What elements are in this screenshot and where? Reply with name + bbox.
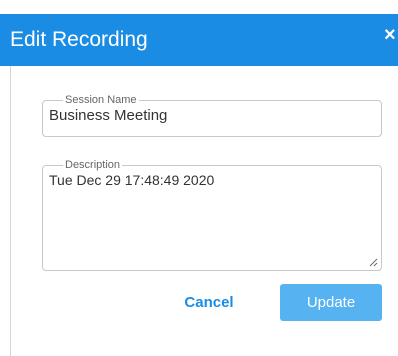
session-name-label: Session Name <box>65 94 137 106</box>
edit-recording-dialog: Edit Recording × Session Name Descriptio… <box>0 0 398 356</box>
top-strip <box>0 0 398 14</box>
dialog-left-border <box>10 66 11 356</box>
description-field: Description Tue Dec 29 17:48:49 2020 <box>42 159 382 271</box>
cancel-button[interactable]: Cancel <box>172 287 246 319</box>
close-icon[interactable]: × <box>384 23 398 47</box>
description-textarea[interactable]: Tue Dec 29 17:48:49 2020 <box>49 172 373 254</box>
update-button[interactable]: Update <box>280 284 382 321</box>
dialog-title: Edit Recording <box>10 28 148 51</box>
session-name-field: Session Name <box>42 94 382 137</box>
session-name-input[interactable] <box>49 107 369 124</box>
resize-handle-icon[interactable] <box>369 258 378 267</box>
description-label: Description <box>65 159 121 171</box>
dialog-header: Edit Recording × <box>0 14 398 66</box>
